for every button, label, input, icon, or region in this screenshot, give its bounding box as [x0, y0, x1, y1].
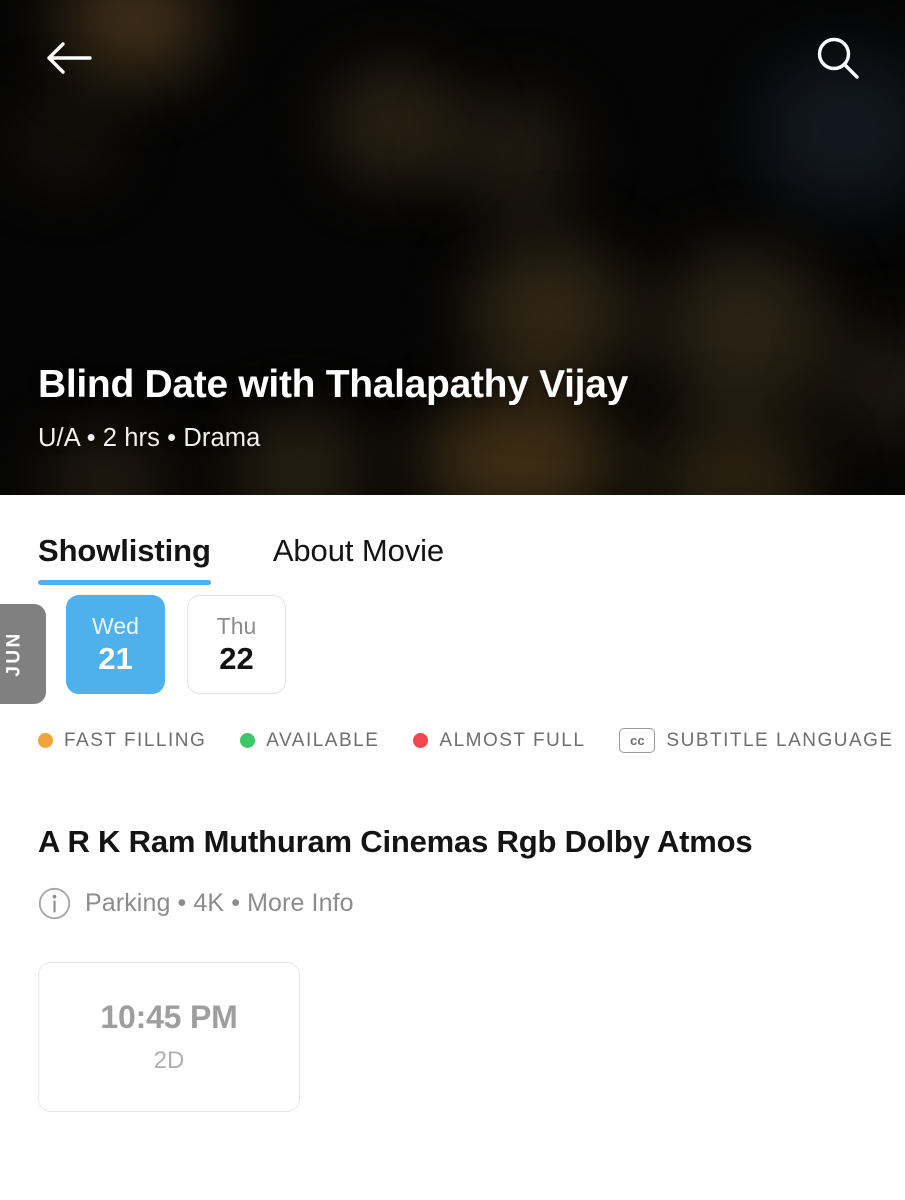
- date-chip-day: Wed: [92, 613, 139, 640]
- date-chip-number: 21: [98, 641, 133, 677]
- showtime-format: 2D: [153, 1047, 185, 1075]
- movie-showtimes-screen: Blind Date with Thalapathy Vijay U/A • 2…: [0, 0, 905, 1200]
- venue-info-text: Parking • 4K • More Info: [85, 889, 354, 918]
- hero-banner: Blind Date with Thalapathy Vijay U/A • 2…: [0, 0, 905, 495]
- legend-label: ALMOST FULL: [439, 729, 586, 751]
- venue-name[interactable]: A R K Ram Muthuram Cinemas Rgb Dolby Atm…: [38, 823, 867, 860]
- legend-label: AVAILABLE: [266, 729, 380, 751]
- tab-showlisting-label: Showlisting: [38, 533, 211, 568]
- cc-icon: cc: [619, 728, 656, 753]
- date-chip-list: Wed 21 Thu 22: [66, 595, 286, 694]
- legend-label: FAST FILLING: [64, 729, 207, 751]
- tab-active-indicator: [38, 580, 211, 585]
- legend-item-almost-full: ALMOST FULL: [413, 730, 585, 752]
- legend-item-subtitle-language: cc SUBTITLE LANGUAGE: [619, 728, 893, 753]
- search-icon[interactable]: [807, 27, 869, 89]
- status-dot-icon: [240, 733, 256, 748]
- info-circle-icon[interactable]: [38, 887, 71, 920]
- tab-about-movie[interactable]: About Movie: [273, 533, 444, 585]
- status-dot-icon: [413, 733, 429, 748]
- legend-label: SUBTITLE LANGUAGE: [666, 729, 894, 751]
- showtime-time: 10:45 PM: [100, 999, 238, 1036]
- date-selector: JUN Wed 21 Thu 22: [0, 595, 905, 710]
- showtime-list: 10:45 PM 2D: [0, 920, 905, 1113]
- seat-status-legend: FAST FILLING AVAILABLE ALMOST FULL cc SU…: [0, 710, 905, 753]
- date-chip-wed-21[interactable]: Wed 21: [66, 595, 165, 694]
- month-label: JUN: [4, 631, 25, 677]
- venue-info-row[interactable]: Parking • 4K • More Info: [38, 887, 867, 920]
- tab-about-movie-label: About Movie: [272, 533, 445, 568]
- legend-item-available: AVAILABLE: [240, 730, 379, 752]
- hero-toolbar: [0, 0, 905, 115]
- back-arrow-icon[interactable]: [38, 27, 100, 89]
- page-title: Blind Date with Thalapathy Vijay: [38, 363, 628, 407]
- showtime-card[interactable]: 10:45 PM 2D: [38, 962, 300, 1113]
- month-label-tab: JUN: [0, 604, 46, 704]
- cc-icon-label: cc: [629, 733, 645, 748]
- tab-bar: Showlisting About Movie: [0, 495, 905, 585]
- tab-showlisting[interactable]: Showlisting: [38, 533, 211, 585]
- movie-meta: U/A • 2 hrs • Drama: [38, 424, 261, 452]
- venue-block: A R K Ram Muthuram Cinemas Rgb Dolby Atm…: [0, 753, 905, 920]
- date-chip-thu-22[interactable]: Thu 22: [187, 595, 286, 694]
- hero-text-block: Blind Date with Thalapathy Vijay U/A • 2…: [38, 363, 628, 453]
- legend-item-fast-filling: FAST FILLING: [38, 730, 206, 752]
- status-dot-icon: [38, 733, 53, 748]
- date-chip-day: Thu: [216, 613, 257, 640]
- date-chip-number: 22: [219, 641, 254, 677]
